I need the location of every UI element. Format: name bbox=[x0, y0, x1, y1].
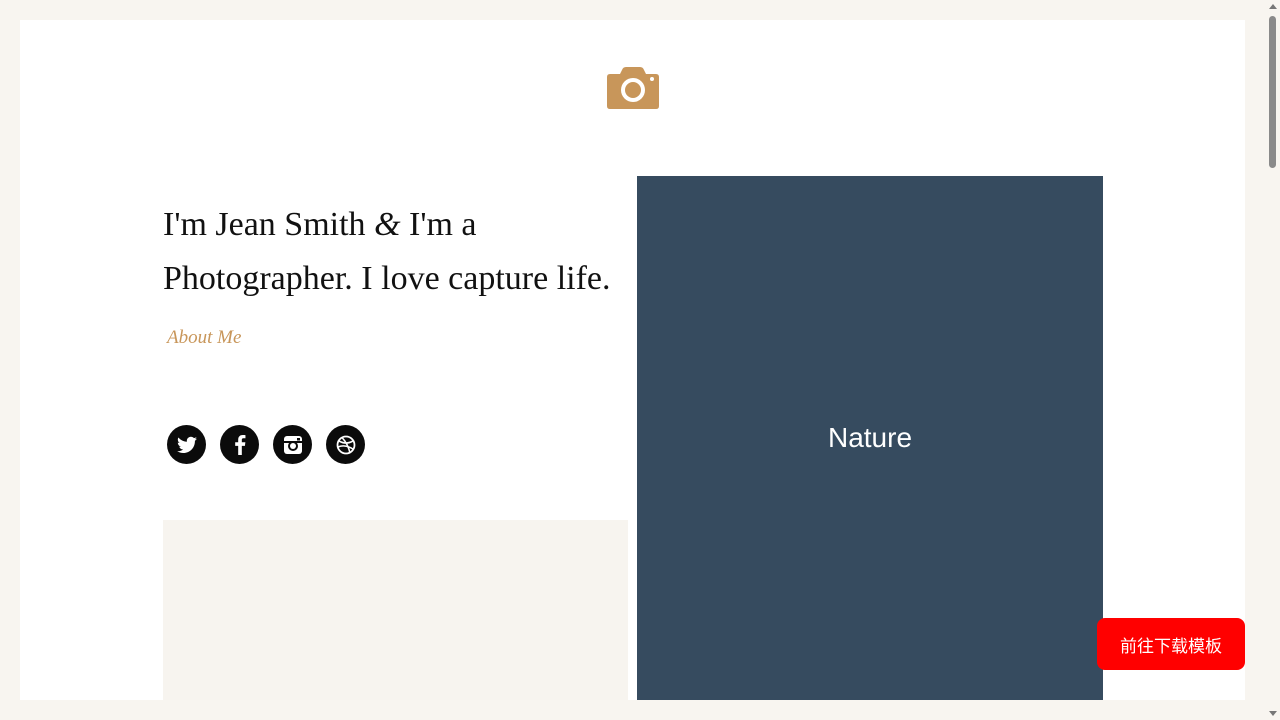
dribbble-button[interactable] bbox=[326, 425, 365, 464]
page-container: I'm Jean Smith & I'm a Photographer. I l… bbox=[20, 20, 1245, 700]
scroll-up-arrow-icon[interactable] bbox=[1269, 4, 1277, 9]
instagram-icon bbox=[283, 435, 302, 454]
download-template-button[interactable]: 前往下载模板 bbox=[1097, 618, 1245, 670]
instagram-button[interactable] bbox=[273, 425, 312, 464]
gallery-tile-label: Nature bbox=[827, 422, 913, 453]
scrollbar[interactable] bbox=[1265, 0, 1280, 720]
twitter-icon bbox=[176, 436, 197, 453]
intro-text: I'm Jean Smith & I'm a Photographer. I l… bbox=[163, 198, 613, 365]
social-links bbox=[167, 425, 365, 464]
about-me-link[interactable]: About Me bbox=[167, 327, 241, 348]
scroll-down-arrow-icon[interactable] bbox=[1269, 711, 1277, 716]
intro-ampersand: & bbox=[374, 206, 401, 243]
camera-icon[interactable] bbox=[606, 66, 660, 110]
facebook-icon bbox=[234, 434, 245, 455]
facebook-button[interactable] bbox=[220, 425, 259, 464]
gallery-tile-nature[interactable]: Nature bbox=[637, 176, 1103, 700]
gallery-placeholder bbox=[163, 520, 628, 700]
dribbble-icon bbox=[336, 435, 355, 454]
scroll-thumb[interactable] bbox=[1269, 16, 1276, 168]
twitter-button[interactable] bbox=[167, 425, 206, 464]
intro-text-part1: I'm Jean Smith bbox=[163, 206, 375, 243]
